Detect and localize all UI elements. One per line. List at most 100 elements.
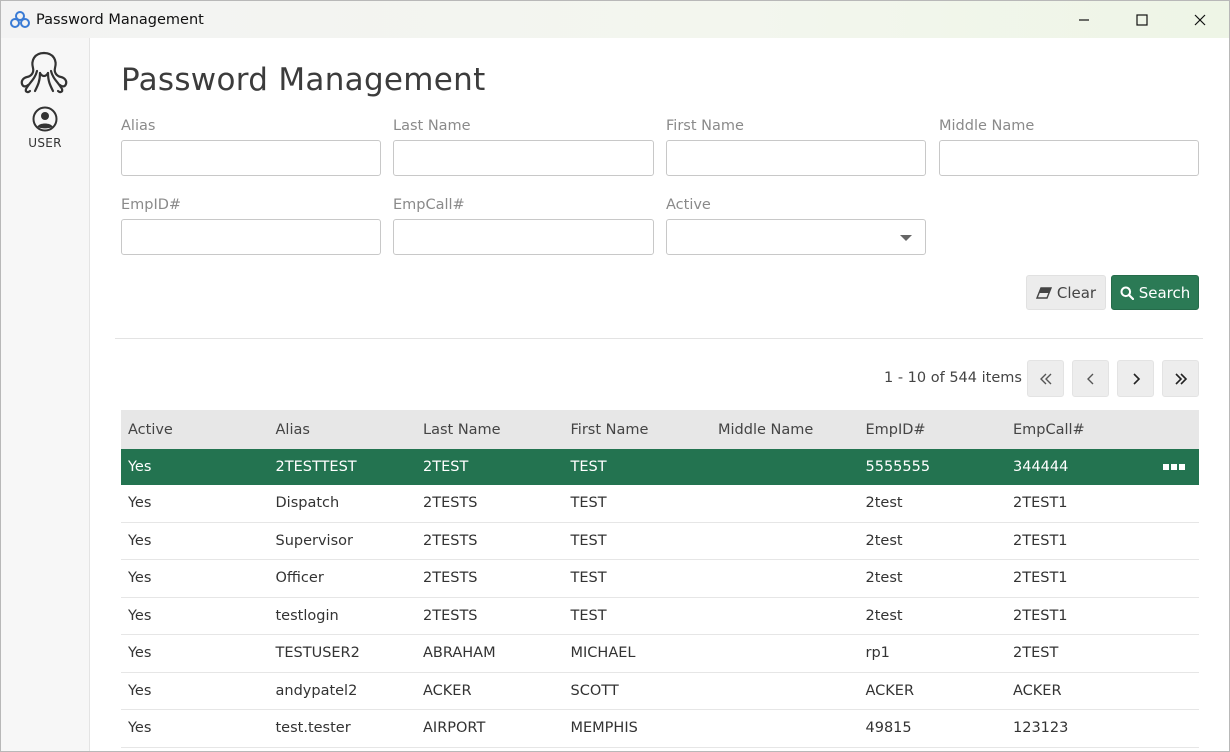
cell-emp-call: 123123 bbox=[1013, 720, 1069, 737]
eraser-icon bbox=[1035, 286, 1052, 299]
cell-first-name: MEMPHIS bbox=[570, 720, 638, 737]
sidebar-item-label: USER bbox=[28, 136, 62, 150]
cell-emp-call: 2TEST1 bbox=[1013, 607, 1068, 624]
cell-emp-id: 2test bbox=[865, 532, 903, 549]
cell-first-name: TEST bbox=[570, 607, 607, 624]
table-row[interactable]: Yes Supervisor 2TESTS TEST 2test 2TEST1 bbox=[121, 522, 1199, 560]
cell-alias: TESTUSER2 bbox=[275, 645, 360, 662]
cell-first-name: SCOTT bbox=[570, 682, 619, 699]
app-logo-icon bbox=[10, 10, 30, 28]
sidebar: USER bbox=[1, 38, 90, 751]
alias-input[interactable] bbox=[121, 140, 381, 176]
cell-last-name: 2TEST bbox=[423, 458, 469, 475]
first-name-label: First Name bbox=[666, 118, 744, 134]
window-title: Password Management bbox=[36, 11, 204, 28]
cell-alias: Supervisor bbox=[275, 532, 353, 549]
cell-alias: Dispatch bbox=[275, 495, 340, 512]
alias-label: Alias bbox=[121, 118, 156, 134]
column-header-emp-call[interactable]: EmpCall# bbox=[1006, 422, 1154, 438]
row-actions-button[interactable] bbox=[1154, 463, 1200, 470]
close-icon bbox=[1194, 14, 1206, 25]
cell-alias: andypatel2 bbox=[275, 682, 358, 699]
cell-emp-id: 49815 bbox=[865, 720, 912, 737]
cell-last-name: 2TESTS bbox=[423, 570, 478, 587]
cell-first-name: TEST bbox=[570, 458, 607, 475]
cell-emp-call: 2TEST1 bbox=[1013, 532, 1068, 549]
chevron-left-icon bbox=[1086, 373, 1093, 384]
emp-call-label: EmpCall# bbox=[393, 197, 465, 213]
active-label: Active bbox=[666, 197, 711, 213]
column-header-emp-id[interactable]: EmpID# bbox=[859, 422, 1007, 438]
cell-first-name: TEST bbox=[570, 495, 607, 512]
first-name-input[interactable] bbox=[666, 140, 926, 176]
cell-emp-call: 344444 bbox=[1013, 458, 1069, 475]
first-page-button[interactable] bbox=[1027, 360, 1064, 397]
cell-last-name: 2TESTS bbox=[423, 495, 478, 512]
cell-emp-id: rp1 bbox=[865, 645, 890, 662]
chevron-down-icon bbox=[900, 235, 912, 241]
emp-id-input[interactable] bbox=[121, 219, 381, 255]
cell-last-name: ABRAHAM bbox=[423, 645, 496, 662]
grid-header: Active Alias Last Name First Name Middle… bbox=[121, 410, 1199, 449]
cell-alias: test.tester bbox=[275, 720, 351, 737]
table-row[interactable]: Yes test.tester AIRPORT MEMPHIS 49815 12… bbox=[121, 710, 1199, 748]
chevron-right-icon bbox=[1132, 372, 1140, 385]
search-button-label: Search bbox=[1138, 283, 1191, 302]
column-header-middle-name[interactable]: Middle Name bbox=[711, 422, 859, 438]
table-row[interactable]: Yes Officer 2TESTS TEST 2test 2TEST1 bbox=[121, 560, 1199, 598]
user-circle-icon bbox=[32, 106, 58, 132]
cell-active: Yes bbox=[128, 645, 152, 662]
cell-emp-id: 5555555 bbox=[865, 458, 931, 475]
emp-id-label: EmpID# bbox=[121, 197, 182, 213]
cell-alias: testlogin bbox=[275, 607, 339, 624]
users-grid: Active Alias Last Name First Name Middle… bbox=[121, 410, 1199, 748]
table-row[interactable]: Yes andypatel2 ACKER SCOTT ACKER ACKER bbox=[121, 672, 1199, 710]
column-header-last-name[interactable]: Last Name bbox=[416, 422, 564, 438]
next-page-button[interactable] bbox=[1117, 360, 1154, 397]
last-page-button[interactable] bbox=[1162, 360, 1199, 397]
page-title: Password Management bbox=[121, 62, 486, 98]
emp-call-input[interactable] bbox=[393, 219, 654, 255]
cell-first-name: TEST bbox=[570, 532, 607, 549]
search-icon bbox=[1120, 286, 1134, 300]
active-select[interactable] bbox=[666, 219, 926, 255]
cell-alias: Officer bbox=[275, 570, 324, 587]
sidebar-item-user[interactable]: USER bbox=[1, 106, 89, 150]
cell-active: Yes bbox=[128, 607, 152, 624]
middle-name-input[interactable] bbox=[939, 140, 1199, 176]
cell-active: Yes bbox=[128, 532, 152, 549]
column-header-alias[interactable]: Alias bbox=[269, 422, 417, 438]
more-options-icon bbox=[1163, 463, 1185, 470]
previous-page-button[interactable] bbox=[1072, 360, 1109, 397]
cell-emp-call: 2TEST1 bbox=[1013, 570, 1068, 587]
close-button[interactable] bbox=[1171, 1, 1229, 38]
last-name-input[interactable] bbox=[393, 140, 654, 176]
maximize-button[interactable] bbox=[1113, 1, 1171, 38]
cell-active: Yes bbox=[128, 495, 152, 512]
table-row[interactable]: Yes 2TESTTEST 2TEST TEST 5555555 344444 bbox=[121, 449, 1199, 485]
cell-emp-id: 2test bbox=[865, 570, 903, 587]
cell-last-name: 2TESTS bbox=[423, 532, 478, 549]
table-row[interactable]: Yes testlogin 2TESTS TEST 2test 2TEST1 bbox=[121, 597, 1199, 635]
cell-emp-call: ACKER bbox=[1013, 682, 1062, 699]
column-header-active[interactable]: Active bbox=[121, 422, 269, 438]
cell-last-name: ACKER bbox=[423, 682, 472, 699]
double-chevron-left-icon bbox=[1039, 373, 1051, 384]
table-row[interactable]: Yes Dispatch 2TESTS TEST 2test 2TEST1 bbox=[121, 485, 1199, 523]
cell-active: Yes bbox=[128, 570, 152, 587]
minimize-button[interactable] bbox=[1055, 1, 1113, 38]
clear-button[interactable]: Clear bbox=[1026, 275, 1106, 310]
table-row[interactable]: Yes TESTUSER2 ABRAHAM MICHAEL rp1 2TEST bbox=[121, 635, 1199, 673]
search-button[interactable]: Search bbox=[1111, 275, 1199, 310]
title-bar: Password Management bbox=[1, 1, 1229, 38]
cell-emp-id: 2test bbox=[865, 495, 903, 512]
maximize-icon bbox=[1136, 13, 1148, 26]
minimize-icon bbox=[1079, 18, 1089, 21]
middle-name-label: Middle Name bbox=[939, 118, 1035, 134]
cell-emp-call: 2TEST1 bbox=[1013, 495, 1068, 512]
cell-first-name: TEST bbox=[570, 570, 607, 587]
cell-alias: 2TESTTEST bbox=[275, 458, 357, 475]
cell-active: Yes bbox=[128, 720, 152, 737]
column-header-first-name[interactable]: First Name bbox=[564, 422, 712, 438]
cell-emp-call: 2TEST bbox=[1013, 645, 1059, 662]
